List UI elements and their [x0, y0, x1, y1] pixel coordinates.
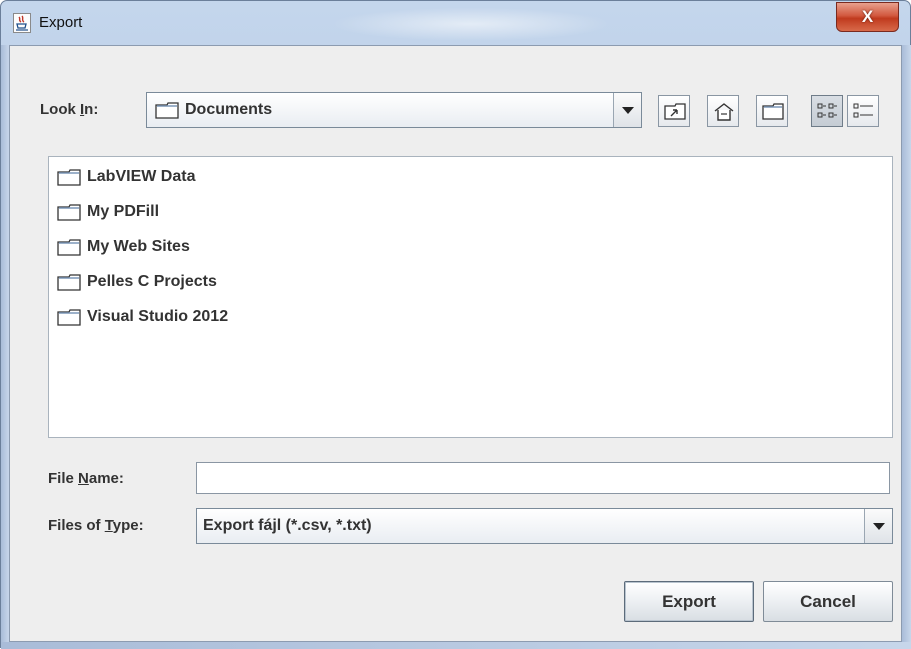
list-item-name: My Web Sites [87, 238, 190, 255]
folder-icon [57, 273, 81, 291]
list-item-name: Visual Studio 2012 [87, 308, 229, 325]
files-of-type-label: Files of Type: [48, 517, 144, 534]
home-icon [714, 103, 734, 121]
list-item[interactable]: My Web Sites [57, 235, 190, 259]
list-item[interactable]: Pelles C Projects [57, 270, 217, 294]
up-one-level-icon [664, 103, 686, 120]
cancel-button[interactable]: Cancel [763, 581, 893, 622]
java-app-icon [13, 13, 31, 33]
folder-icon [57, 308, 81, 326]
close-icon: X [861, 7, 874, 26]
files-of-type-value: Export fájl (*.csv, *.txt) [203, 517, 372, 534]
chevron-down-icon[interactable] [613, 93, 641, 127]
list-item-name: Pelles C Projects [87, 273, 217, 290]
files-of-type-dropdown[interactable]: Export fájl (*.csv, *.txt) [196, 508, 893, 544]
folder-icon [57, 203, 81, 221]
look-in-dropdown[interactable]: Documents [146, 92, 642, 128]
dialog-content: Look In: Documents LabVIEW Data My PDFil… [9, 45, 902, 642]
look-in-label: Look In: [40, 101, 99, 118]
new-folder-icon [762, 103, 784, 120]
list-item-name: My PDFill [87, 203, 160, 220]
folder-icon [57, 238, 81, 256]
chevron-down-icon[interactable] [864, 509, 892, 543]
folder-icon [57, 168, 81, 186]
export-dialog-window: Export X Look In: Documents LabVIEW Data… [0, 0, 911, 649]
list-item[interactable]: My PDFill [57, 200, 159, 224]
list-item[interactable]: Visual Studio 2012 [57, 305, 228, 329]
list-item[interactable]: LabVIEW Data [57, 165, 195, 189]
file-name-input[interactable] [196, 462, 890, 494]
details-view-icon [853, 103, 873, 118]
file-name-label: File Name: [48, 470, 124, 487]
list-item-name: LabVIEW Data [87, 168, 196, 185]
details-view-button[interactable] [847, 95, 879, 127]
list-view-icon [817, 103, 837, 118]
folder-icon [155, 101, 179, 124]
export-button[interactable]: Export [624, 581, 754, 622]
new-folder-button[interactable] [756, 95, 788, 127]
title-bar[interactable]: Export X [1, 1, 910, 45]
look-in-value: Documents [185, 101, 273, 118]
up-one-level-button[interactable] [658, 95, 690, 127]
list-view-button[interactable] [811, 95, 843, 127]
window-title: Export [39, 14, 83, 31]
home-button[interactable] [707, 95, 739, 127]
close-button[interactable]: X [836, 2, 899, 32]
file-list[interactable]: LabVIEW Data My PDFill My Web Sites Pell… [48, 156, 893, 438]
